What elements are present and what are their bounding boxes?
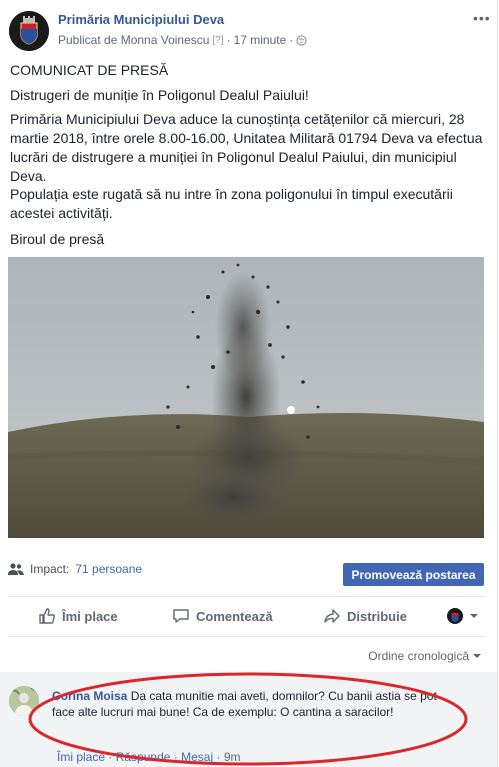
meta-separator: ·	[289, 33, 294, 47]
thumbs-up-icon	[39, 608, 55, 624]
people-icon	[8, 563, 24, 575]
post-paragraph-1: Primăria Municipiului Deva aduce la cuno…	[10, 111, 483, 184]
comment-bubble: Corina Moisa Da cata munitie mai aveti, …	[52, 688, 452, 720]
explosion-photo	[8, 257, 484, 538]
comment-actions: Îmi place · Răspunde · Mesaj · 9m	[57, 750, 241, 764]
comment-like-link[interactable]: Îmi place	[57, 750, 105, 764]
divider	[8, 596, 484, 597]
share-button[interactable]: Distribuie	[323, 604, 407, 628]
comment-sort-dropdown[interactable]: Ordine cronologică	[368, 649, 481, 663]
page-name-link[interactable]: Primăria Municipiului Deva	[58, 12, 224, 27]
comment-author-link[interactable]: Corina Moisa	[52, 689, 127, 703]
meta-separator: ·	[226, 33, 231, 47]
comment-actions-separator: ·	[173, 750, 178, 764]
commenter-photo	[9, 686, 39, 716]
promote-button[interactable]: Promovează postarea	[343, 563, 484, 586]
post-time[interactable]: 17 minute	[234, 33, 287, 47]
comment-actions-separator: ·	[216, 750, 221, 764]
globe-icon[interactable]	[296, 34, 307, 46]
like-button[interactable]: Îmi place	[38, 604, 118, 628]
share-arrow-icon	[324, 609, 340, 623]
post-signature: Biroul de presă	[10, 231, 105, 247]
coat-of-arms-icon	[9, 11, 49, 51]
post-subheading: Distrugeri de muniție în Poligonul Dealu…	[10, 87, 309, 103]
post-paragraph-2: Populația este rugată să nu intre în zon…	[10, 186, 453, 221]
comment-message-link[interactable]: Mesaj	[181, 750, 213, 764]
like-label: Îmi place	[62, 608, 118, 624]
commenter-avatar[interactable]	[9, 686, 39, 716]
comment-reply-link[interactable]: Răspunde	[116, 750, 171, 764]
comment-label: Comentează	[196, 608, 273, 624]
comment-time[interactable]: 9m	[224, 750, 241, 764]
page-avatar[interactable]	[9, 11, 49, 51]
share-label: Distribuie	[347, 608, 407, 624]
caret-down-icon	[470, 614, 478, 618]
comment-icon	[173, 609, 189, 623]
comment-button[interactable]: Comentează	[172, 604, 273, 628]
page-mini-avatar-icon	[447, 608, 463, 624]
impact-label: Impact:	[30, 562, 70, 576]
published-by[interactable]: Publicat de Monna Voinescu	[58, 33, 209, 47]
caret-down-icon	[473, 654, 481, 658]
divider	[8, 636, 484, 637]
impact-row: Impact: 71 persoane	[8, 562, 142, 576]
act-as-page-selector[interactable]	[447, 604, 479, 628]
impact-value-link[interactable]: 71 persoane	[75, 562, 142, 576]
post-meta: Publicat de Monna Voinescu [?] · 17 minu…	[58, 33, 307, 47]
post-heading: COMUNICAT DE PRESĂ	[10, 62, 169, 78]
more-options-icon[interactable]: •••	[473, 10, 491, 26]
comment-actions-separator: ·	[108, 750, 113, 764]
sort-label: Ordine cronologică	[368, 649, 469, 663]
help-marker[interactable]: [?]	[212, 35, 223, 46]
post-photo[interactable]	[8, 257, 484, 538]
post-card: Primăria Municipiului Deva Publicat de M…	[0, 0, 498, 767]
